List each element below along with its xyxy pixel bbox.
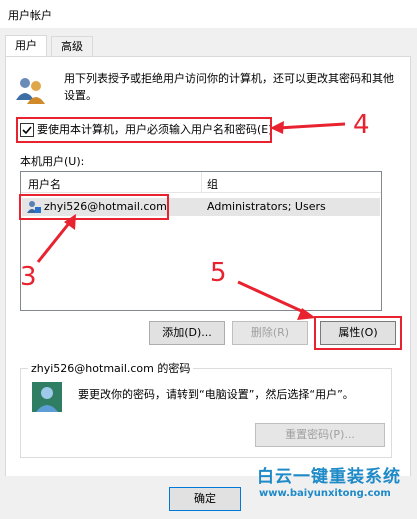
column-separator[interactable] <box>201 172 202 192</box>
highlight-box-properties <box>314 316 402 350</box>
add-button[interactable]: 添加(D)... <box>149 321 225 345</box>
highlight-box-checkbox <box>16 117 272 143</box>
watermark: 白云一键重装系统 www.baiyunxitong.com <box>255 462 415 510</box>
users-listview[interactable]: 用户名 组 zhyi526@hotmail.com Administrators… <box>20 171 382 311</box>
watermark-url: www.baiyunxitong.com <box>259 488 391 499</box>
remove-button[interactable]: 删除(R) <box>232 321 308 345</box>
intro-text: 用下列表授予或拒绝用户访问你的计算机，还可以更改其密码和其他设置。 <box>64 72 394 102</box>
tab-advanced-label: 高级 <box>61 40 83 53</box>
title-bar: 用户帐户 <box>0 0 417 28</box>
user-key-icon <box>32 382 62 412</box>
window-title: 用户帐户 <box>8 9 52 22</box>
tab-advanced[interactable]: 高级 <box>51 36 93 56</box>
tab-users[interactable]: 用户 <box>5 35 47 57</box>
users-icon <box>16 78 45 104</box>
reset-password-button[interactable]: 重置密码(P)... <box>255 423 385 447</box>
password-group-title: zhyi526@hotmail.com 的密码 <box>28 360 194 376</box>
highlight-box-user <box>19 194 169 220</box>
annotation-number-3: 3 <box>20 262 37 292</box>
annotation-number-4: 4 <box>353 110 370 140</box>
ok-button[interactable]: 确定 <box>169 487 241 511</box>
column-header-group[interactable]: 组 <box>207 176 218 192</box>
password-instructions: 要更改你的密码，请转到“电脑设置”，然后选择“用户”。 <box>78 388 354 401</box>
annotation-number-5: 5 <box>210 258 227 288</box>
users-list-label: 本机用户(U): <box>20 155 85 168</box>
column-header-username[interactable]: 用户名 <box>28 176 61 192</box>
row-group: Administrators; Users <box>207 200 326 213</box>
tab-users-label: 用户 <box>15 39 37 52</box>
watermark-title: 白云一键重装系统 <box>257 467 401 487</box>
listview-header: 用户名 组 <box>21 172 381 193</box>
